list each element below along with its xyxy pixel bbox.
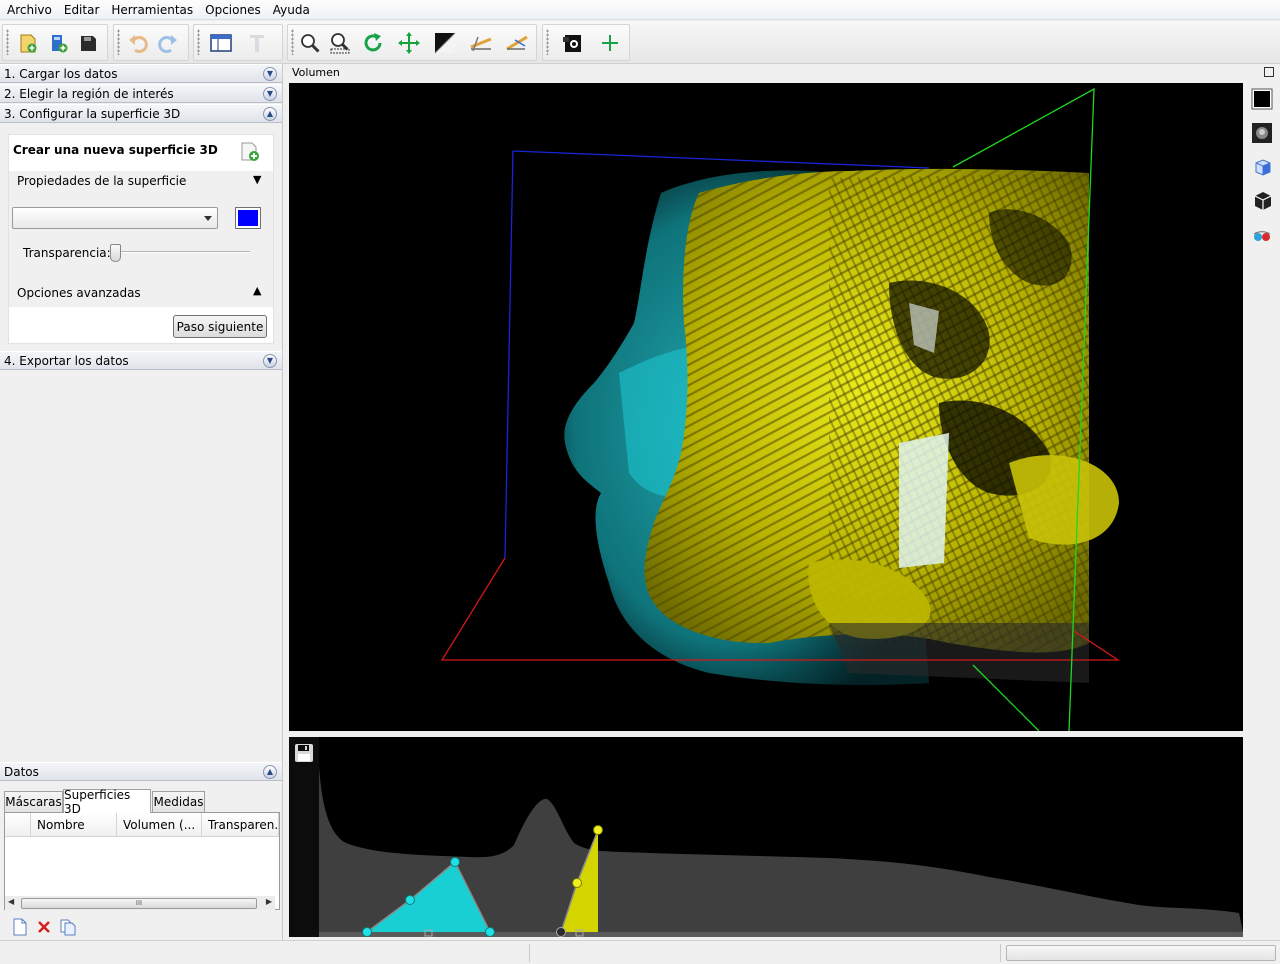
duplicate-icon[interactable] xyxy=(59,918,77,936)
table-horizontal-scrollbar[interactable]: ◀ III ▶ xyxy=(5,896,275,910)
new-surface-icon[interactable] xyxy=(11,918,29,936)
expand-icon[interactable]: ▼ xyxy=(263,87,277,101)
measure-linear-icon[interactable] xyxy=(467,29,495,57)
cube-view-icon[interactable] xyxy=(1250,155,1274,179)
status-progress-bar xyxy=(1006,945,1276,961)
scroll-right-icon[interactable]: ▶ xyxy=(266,897,272,906)
measure-angular-icon[interactable] xyxy=(503,29,531,57)
zoom-region-icon[interactable] xyxy=(326,29,354,57)
datos-title: Datos xyxy=(4,764,39,779)
section-title: 3. Configurar la superficie 3D xyxy=(4,106,181,121)
menu-bar: Archivo Editar Herramientas Opciones Ayu… xyxy=(0,0,1280,20)
transparency-label: Transparencia: xyxy=(23,246,111,260)
import-icon[interactable] xyxy=(14,29,42,57)
volume-panel-title: Volumen xyxy=(292,66,340,79)
background-color-icon[interactable] xyxy=(1250,87,1274,111)
rotate-icon[interactable] xyxy=(359,29,387,57)
status-bar xyxy=(0,940,1280,964)
table-header-nombre[interactable]: Nombre xyxy=(31,813,117,837)
collapse-icon[interactable]: ▲ xyxy=(263,765,277,779)
stereo-3d-icon[interactable] xyxy=(1250,223,1274,247)
menu-editar[interactable]: Editar xyxy=(59,0,105,20)
table-header-volumen[interactable]: Volumen (... xyxy=(117,813,202,837)
table-header-transparencia[interactable]: Transparen... xyxy=(202,813,279,837)
datos-header[interactable]: Datos ▲ xyxy=(0,762,282,781)
transparency-slider[interactable] xyxy=(113,251,250,253)
volume-render-icon[interactable] xyxy=(1250,121,1274,145)
surface-color-button[interactable] xyxy=(235,207,261,229)
pan-icon[interactable] xyxy=(395,29,423,57)
toolbar xyxy=(0,21,1280,64)
layout-icon[interactable] xyxy=(207,29,235,57)
contrast-icon[interactable] xyxy=(431,29,459,57)
toolbar-grip[interactable] xyxy=(546,29,549,55)
menu-herramientas[interactable]: Herramientas xyxy=(106,0,198,20)
menu-ayuda[interactable]: Ayuda xyxy=(268,0,315,20)
delete-icon[interactable] xyxy=(35,918,53,936)
next-step-button[interactable]: Paso siguiente xyxy=(173,315,267,338)
tab-mascaras[interactable]: Máscaras xyxy=(4,791,63,812)
surface-properties: Propiedades de la superficie ▼ Transpare… xyxy=(9,171,273,307)
restore-window-icon[interactable] xyxy=(1264,67,1274,77)
section-title: 2. Elegir la región de interés xyxy=(4,86,174,101)
properties-collapse-icon[interactable]: ▼ xyxy=(253,173,261,186)
new-surface-heading: Crear una nueva superficie 3D xyxy=(13,143,218,157)
section-cargar-datos[interactable]: 1. Cargar los datos ▼ xyxy=(0,64,282,83)
open-project-icon[interactable] xyxy=(45,29,73,57)
scroll-left-icon[interactable]: ◀ xyxy=(8,897,14,906)
collapse-icon[interactable]: ▲ xyxy=(263,107,277,121)
screenshot-icon[interactable] xyxy=(559,29,587,57)
chevron-down-icon xyxy=(204,216,212,221)
scrollbar-thumb[interactable]: III xyxy=(21,898,257,909)
transfer-function-histogram[interactable] xyxy=(289,737,1243,937)
expand-icon[interactable]: ▼ xyxy=(263,67,277,81)
redo-icon[interactable] xyxy=(154,29,182,57)
zoom-icon[interactable] xyxy=(296,29,324,57)
tab-medidas[interactable]: Medidas xyxy=(152,791,205,812)
menu-archivo[interactable]: Archivo xyxy=(2,0,57,20)
status-separator xyxy=(1000,944,1001,962)
new-surface-icon[interactable] xyxy=(239,141,261,163)
advanced-expand-icon[interactable]: ▲ xyxy=(253,284,261,297)
section-title: 4. Exportar los datos xyxy=(4,353,129,368)
volume-render xyxy=(440,87,1121,731)
transparency-slider-handle[interactable] xyxy=(110,244,121,262)
expand-icon[interactable]: ▼ xyxy=(263,354,277,368)
toolbar-grip[interactable] xyxy=(291,29,294,55)
surface-config-panel: Crear una nueva superficie 3D Propiedade… xyxy=(8,134,274,344)
status-separator xyxy=(529,944,530,962)
toolbar-grip[interactable] xyxy=(197,29,200,55)
section-exportar-datos[interactable]: 4. Exportar los datos ▼ xyxy=(0,351,282,370)
viewport-side-toolbar xyxy=(1244,83,1280,731)
section-title: 1. Cargar los datos xyxy=(4,66,118,81)
text-icon[interactable] xyxy=(243,29,271,57)
tab-superficies-3d[interactable]: Superficies 3D xyxy=(63,788,151,816)
toolbar-grip[interactable] xyxy=(6,29,9,55)
advanced-options-label[interactable]: Opciones avanzadas xyxy=(17,286,141,300)
section-region-interes[interactable]: 2. Elegir la región de interés ▼ xyxy=(0,84,282,103)
histogram-plot xyxy=(289,737,1243,937)
table-header-blank xyxy=(5,813,31,837)
close-project-icon[interactable] xyxy=(74,29,102,57)
add-icon[interactable] xyxy=(596,29,624,57)
toolbar-grip[interactable] xyxy=(117,29,120,55)
menu-opciones[interactable]: Opciones xyxy=(200,0,266,20)
save-preset-icon[interactable] xyxy=(294,743,314,763)
section-superficie-3d[interactable]: 3. Configurar la superficie 3D ▲ xyxy=(0,104,282,123)
slice-plane-icon[interactable] xyxy=(1250,189,1274,213)
volume-panel-titlebar: Volumen xyxy=(288,64,1280,83)
surface-select[interactable] xyxy=(12,207,218,229)
volume-3d-viewport[interactable] xyxy=(289,83,1243,731)
undo-icon[interactable] xyxy=(124,29,152,57)
properties-label[interactable]: Propiedades de la superficie xyxy=(17,174,186,188)
color-swatch-fill xyxy=(238,210,258,226)
